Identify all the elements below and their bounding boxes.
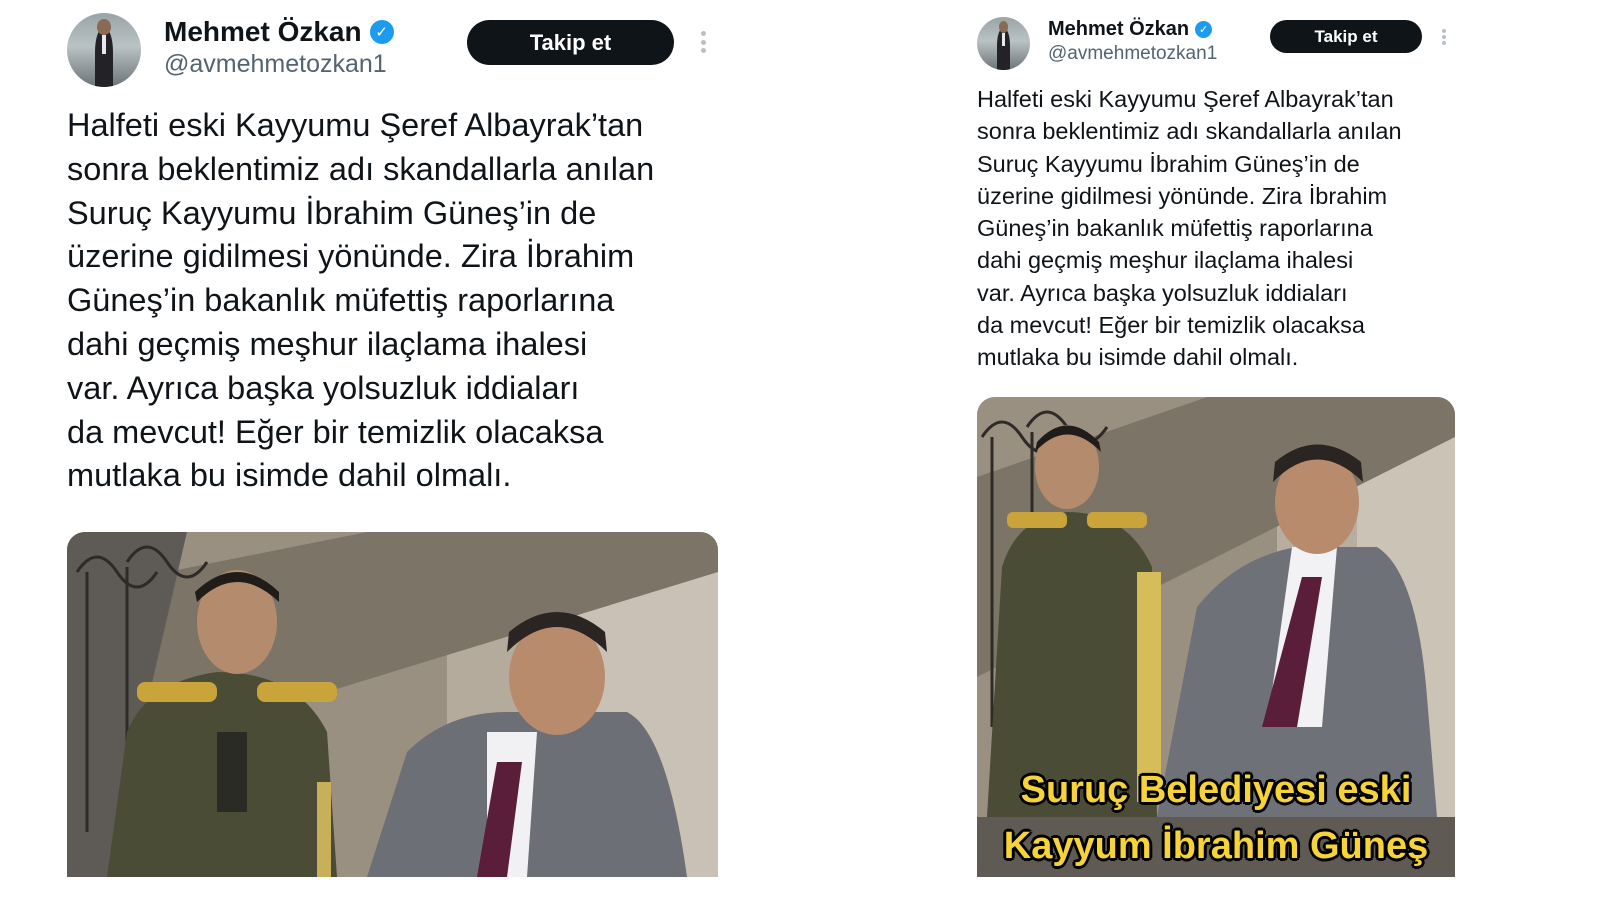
tweet-text-line: dahi geçmiş meşhur ilaçlama ihalesi bbox=[977, 247, 1354, 274]
author-name[interactable]: Mehmet Özkan bbox=[164, 16, 362, 48]
tweet-text-line: Suruç Kayyumu İbrahim Güneş’in de bbox=[977, 150, 1360, 177]
video-caption-line-1: Suruç Belediyesi eski bbox=[1020, 769, 1412, 811]
author-name-row: Mehmet Özkan ✓ bbox=[164, 14, 394, 50]
tweet-card-small: Mehmet Özkan ✓ @avmehmetozkan1 Takip et … bbox=[960, 0, 1600, 899]
tweet-text-line: da mevcut! Eğer bir temizlik olacaksa bbox=[977, 312, 1365, 339]
tweet-video[interactable] bbox=[67, 532, 718, 877]
tweet-text-line: dahi geçmiş meşhur ilaçlama ihalesi bbox=[67, 325, 588, 362]
tweet-text-line: Halfeti eski Kayyumu Şeref Albayrak’tan bbox=[977, 86, 1394, 112]
follow-button[interactable]: Takip et bbox=[1270, 20, 1422, 53]
verified-badge-icon: ✓ bbox=[369, 20, 394, 44]
follow-button[interactable]: Takip et bbox=[467, 20, 674, 65]
tweet-text-line: Güneş’in bakanlık müfettiş raporlarına bbox=[977, 215, 1373, 242]
tweet-text-line: mutlaka bu isimde dahil olmalı. bbox=[67, 457, 512, 494]
author-avatar[interactable] bbox=[67, 13, 141, 87]
more-vertical-icon[interactable] bbox=[701, 31, 707, 53]
tweet-card-large: Mehmet Özkan ✓ @avmehmetozkan1 Takip et … bbox=[0, 0, 760, 899]
tweet-text-line: sonra beklentimiz adı skandallarla anıla… bbox=[977, 118, 1402, 145]
verified-badge-icon: ✓ bbox=[1195, 21, 1213, 38]
tweet-text-line: Halfeti eski Kayyumu Şeref Albayrak’tan bbox=[67, 107, 644, 143]
author-name-row: Mehmet Özkan ✓ bbox=[1048, 16, 1213, 43]
tweet-text: Halfeti eski Kayyumu Şeref Albayrak’tan … bbox=[67, 104, 654, 498]
more-vertical-icon[interactable] bbox=[1442, 29, 1447, 45]
tweet-text-line: üzerine gidilmesi yönünde. Zira İbrahim bbox=[977, 182, 1388, 209]
author-handle[interactable]: @avmehmetozkan1 bbox=[1048, 43, 1217, 65]
video-frame-image bbox=[67, 532, 718, 877]
tweet-video[interactable]: Suruç Belediyesi eski Kayyum İbrahim Gün… bbox=[977, 397, 1455, 877]
author-handle[interactable]: @avmehmetozkan1 bbox=[164, 50, 387, 79]
tweet-text-line: Güneş’in bakanlık müfettiş raporlarına bbox=[67, 282, 615, 319]
tweet-text-line: var. Ayrıca başka yolsuzluk iddiaları bbox=[67, 369, 580, 406]
tweet-text-line: Suruç Kayyumu İbrahim Güneş’in de bbox=[67, 194, 597, 231]
tweet-text: Halfeti eski Kayyumu Şeref Albayrak’tan … bbox=[977, 83, 1402, 374]
author-name[interactable]: Mehmet Özkan bbox=[1048, 18, 1189, 41]
tweet-text-line: sonra beklentimiz adı skandallarla anıla… bbox=[67, 150, 655, 187]
author-avatar[interactable] bbox=[977, 17, 1030, 70]
tweet-text-line: da mevcut! Eğer bir temizlik olacaksa bbox=[67, 413, 604, 450]
tweet-text-line: mutlaka bu isimde dahil olmalı. bbox=[977, 344, 1299, 371]
video-caption-line-2: Kayyum İbrahim Güneş bbox=[1003, 825, 1429, 867]
tweet-text-line: var. Ayrıca başka yolsuzluk iddiaları bbox=[977, 279, 1348, 306]
tweet-text-line: üzerine gidilmesi yönünde. Zira İbrahim bbox=[67, 238, 635, 275]
